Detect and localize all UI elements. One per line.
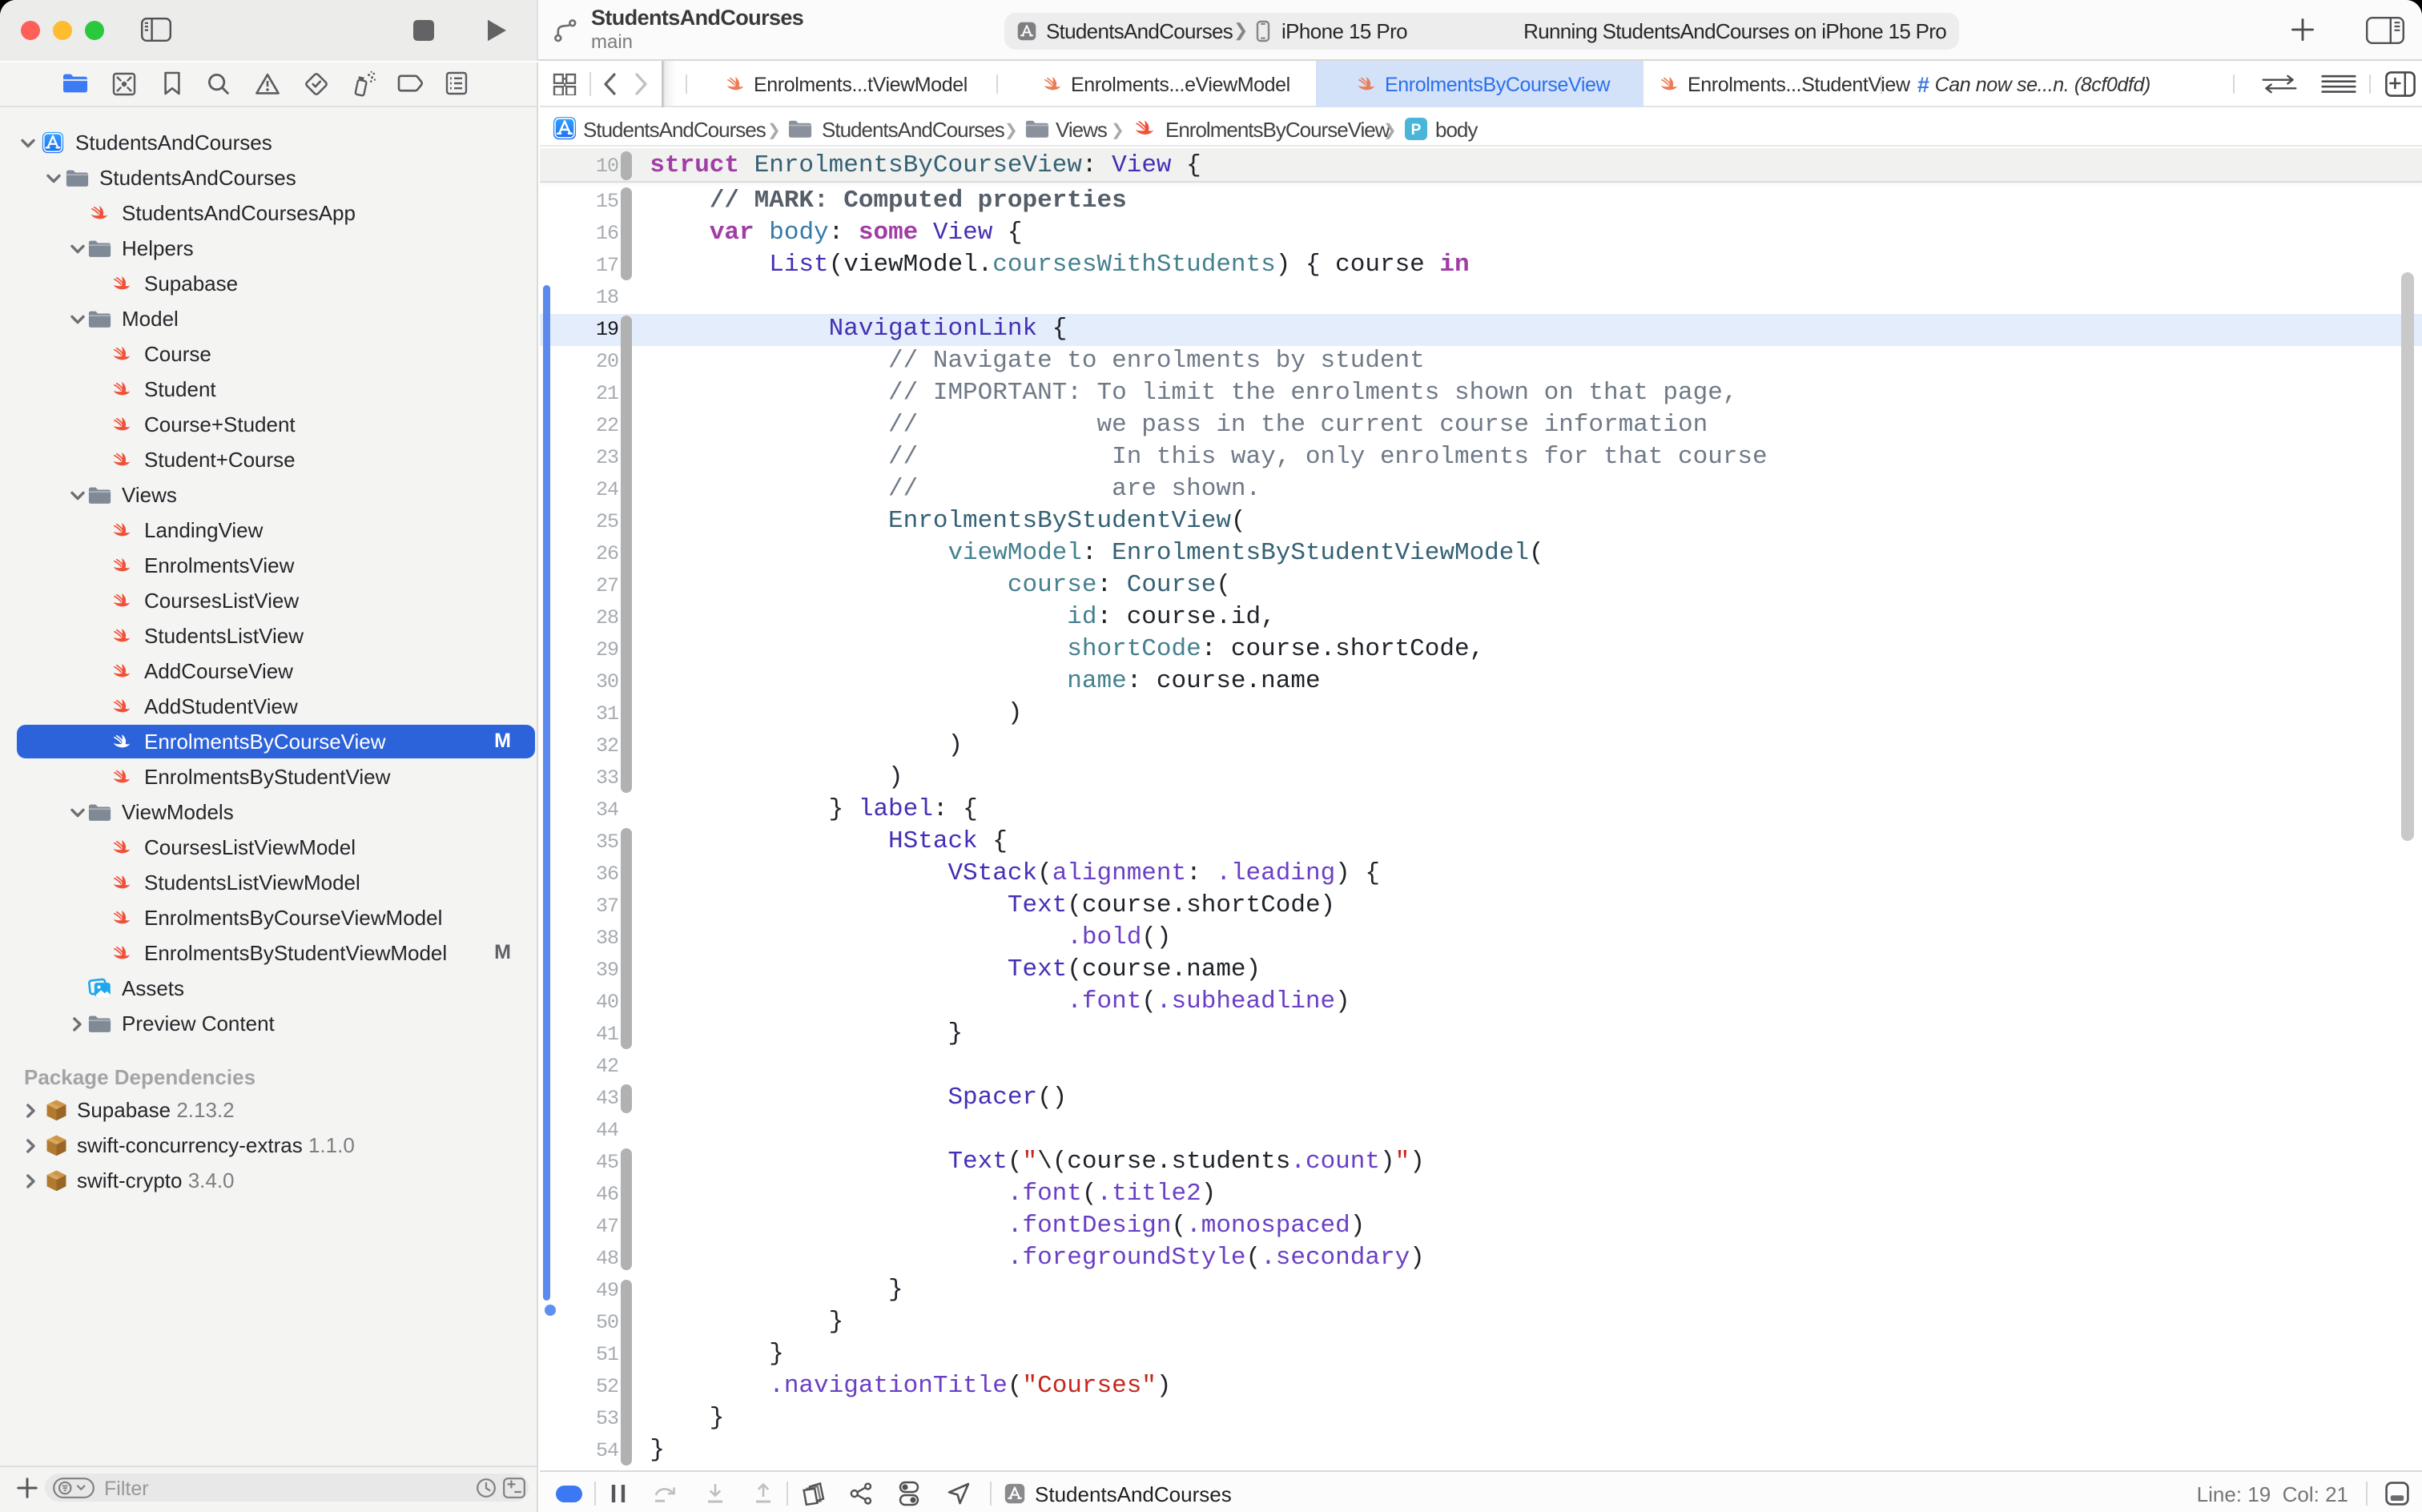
svg-text:P: P bbox=[1411, 122, 1422, 139]
